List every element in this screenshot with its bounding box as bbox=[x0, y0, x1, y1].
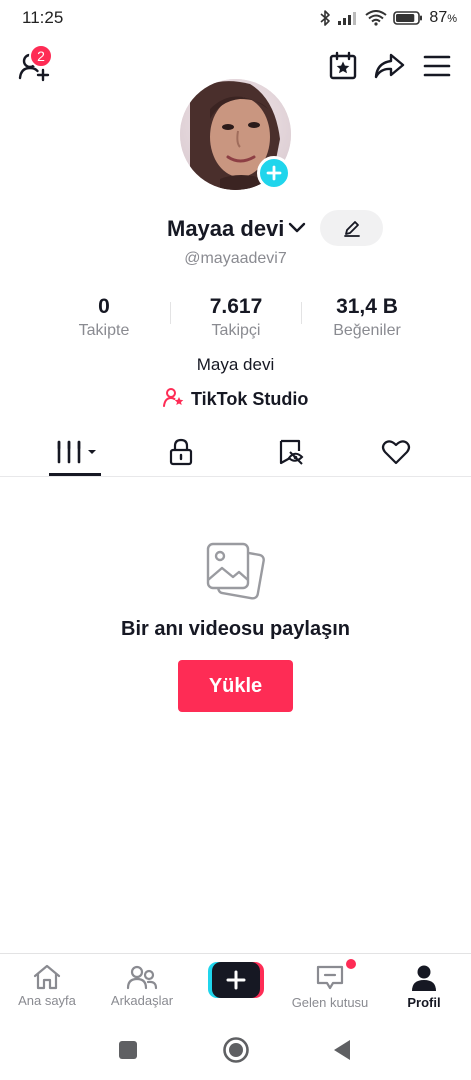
studio-user-star-icon bbox=[163, 387, 185, 412]
likes-count: 31,4 B bbox=[336, 295, 398, 318]
circle-icon bbox=[223, 1037, 249, 1063]
notification-badge: 2 bbox=[29, 44, 53, 68]
edit-profile-button[interactable] bbox=[320, 210, 383, 246]
nav-inbox-label: Gelen kutusu bbox=[291, 995, 369, 1010]
status-icons: 87% bbox=[319, 8, 457, 28]
nav-home[interactable]: Ana sayfa bbox=[8, 954, 86, 1021]
inbox-icon bbox=[316, 965, 344, 990]
nav-profile[interactable]: Profil bbox=[394, 954, 454, 1021]
tab-reposts[interactable] bbox=[261, 430, 321, 474]
profile-name: Mayaa devi bbox=[167, 216, 285, 241]
pencil-icon bbox=[343, 221, 360, 237]
status-time: 11:25 bbox=[22, 8, 64, 27]
lock-icon bbox=[169, 438, 193, 466]
nav-profile-label: Profil bbox=[407, 995, 441, 1010]
followers-count: 7.617 bbox=[209, 295, 263, 318]
followers-label: Takipçi bbox=[211, 322, 261, 339]
videos-grid-icon bbox=[57, 440, 96, 464]
plus-icon bbox=[266, 165, 282, 181]
recents-button[interactable] bbox=[114, 1036, 142, 1064]
status-bar: 11:25 87% bbox=[0, 0, 471, 36]
battery-icon bbox=[393, 10, 423, 26]
square-icon bbox=[119, 1041, 137, 1059]
tiktok-studio-label: TikTok Studio bbox=[191, 388, 309, 409]
heart-icon bbox=[381, 440, 411, 465]
battery-percent: 87% bbox=[429, 9, 457, 26]
tab-liked[interactable] bbox=[366, 430, 426, 474]
likes-stat[interactable]: 31,4 B Beğeniler bbox=[297, 294, 437, 342]
create-icon bbox=[208, 962, 264, 998]
back-button[interactable] bbox=[328, 1036, 356, 1064]
friends-icon bbox=[126, 965, 158, 990]
profile-bio: Maya devi bbox=[196, 355, 275, 374]
inbox-notification-dot bbox=[346, 959, 356, 969]
profile-icon bbox=[412, 965, 436, 991]
nav-friends[interactable]: Arkadaşlar bbox=[100, 954, 184, 1021]
system-navigation-bar bbox=[0, 1020, 471, 1080]
profile-name-switcher[interactable]: Mayaa devi bbox=[167, 214, 306, 244]
home-icon bbox=[33, 964, 61, 990]
tiktok-studio-link[interactable]: TikTok Studio bbox=[163, 386, 308, 412]
calendar-star-icon[interactable] bbox=[325, 48, 361, 84]
followers-stat[interactable]: 7.617 Takipçi bbox=[166, 294, 306, 342]
likes-label: Beğeniler bbox=[333, 322, 401, 339]
following-label: Takipte bbox=[78, 322, 130, 339]
bluetooth-icon bbox=[319, 9, 331, 27]
tab-videos[interactable] bbox=[45, 430, 105, 474]
chevron-down-icon bbox=[288, 220, 306, 239]
nav-inbox[interactable]: Gelen kutusu bbox=[281, 954, 379, 1021]
add-avatar-button[interactable] bbox=[257, 156, 291, 190]
photos-icon bbox=[205, 540, 265, 602]
profile-handle: @mayaadevi7 bbox=[184, 250, 287, 267]
tabs-divider bbox=[0, 476, 471, 477]
tab-private[interactable] bbox=[151, 430, 211, 474]
menu-icon[interactable] bbox=[419, 48, 455, 84]
nav-home-label: Ana sayfa bbox=[18, 993, 76, 1008]
following-count: 0 bbox=[98, 295, 110, 318]
wifi-icon bbox=[365, 10, 388, 26]
reposts-icon bbox=[279, 439, 304, 465]
upload-button[interactable]: Yükle bbox=[178, 660, 293, 712]
following-stat[interactable]: 0 Takipte bbox=[34, 294, 174, 342]
signal-icon bbox=[337, 10, 359, 26]
nav-friends-label: Arkadaşlar bbox=[110, 993, 174, 1008]
create-button[interactable] bbox=[208, 962, 264, 998]
back-triangle-icon bbox=[334, 1040, 350, 1060]
home-system-button[interactable] bbox=[222, 1036, 250, 1064]
empty-state-title: Bir anı videosu paylaşın bbox=[121, 618, 350, 640]
share-icon[interactable] bbox=[371, 48, 407, 84]
